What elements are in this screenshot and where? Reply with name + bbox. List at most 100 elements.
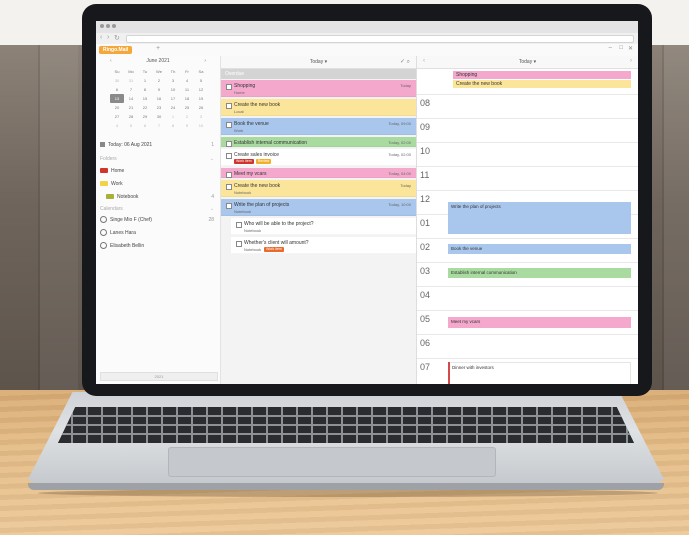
calendar-event[interactable]: Dinner with investors <box>448 362 631 384</box>
new-tab-icon[interactable]: + <box>156 45 160 52</box>
calendar-day[interactable]: 19 <box>194 94 208 103</box>
maximize-window-icon[interactable]: □ <box>619 45 623 51</box>
sidebar-calendar-1[interactable]: Singe Mio F (Chef) 28 <box>100 215 216 225</box>
tab-ringo-mail[interactable]: Ringo.Mail <box>99 46 133 54</box>
next-day-icon[interactable]: › <box>630 58 632 64</box>
sidebar-calendar-3[interactable]: Elisabeth Bellin <box>100 241 216 251</box>
calendar-day[interactable]: 6 <box>110 85 124 94</box>
allday-event[interactable]: Create the new book <box>453 80 631 88</box>
task-checkbox[interactable] <box>226 172 232 178</box>
calendar-day[interactable]: 3 <box>194 112 208 121</box>
calendar-day[interactable]: 12 <box>194 85 208 94</box>
calendar-day[interactable]: 24 <box>166 103 180 112</box>
calendar-day[interactable]: 15 <box>138 94 152 103</box>
calendar-day[interactable]: 18 <box>180 94 194 103</box>
task-checkbox[interactable] <box>226 103 232 109</box>
task-checkbox[interactable] <box>226 184 232 190</box>
calendar-day[interactable]: 27 <box>110 112 124 121</box>
back-arrow-icon[interactable]: ‹ <box>100 34 102 41</box>
calendar-day[interactable]: 22 <box>138 103 152 112</box>
sidebar-today[interactable]: Today: 06 Aug 2021 1 <box>100 140 216 150</box>
sidebar-footer[interactable]: 2021 <box>100 372 218 381</box>
sidebar-item-notebook[interactable]: Notebook 4 <box>100 192 216 202</box>
task-item[interactable]: Establish internal communication Today, 0… <box>221 137 416 147</box>
forward-arrow-icon[interactable]: › <box>107 34 109 41</box>
task-checkbox[interactable] <box>236 222 242 228</box>
collapse-chevron-icon[interactable]: ⌄ <box>210 156 214 162</box>
task-item[interactable]: Create the new book Local <box>221 99 416 116</box>
folders-heading[interactable]: Folders ⌄ <box>100 156 216 162</box>
task-item[interactable]: Whether's client will amount? Notebook Wor… <box>231 237 416 254</box>
minimize-dot-icon[interactable] <box>106 24 110 28</box>
task-tag[interactable]: Work item <box>264 247 284 253</box>
calendar-day[interactable]: 14 <box>124 94 138 103</box>
calendar-day[interactable]: 26 <box>194 103 208 112</box>
calendar-event[interactable]: Establish internal communication <box>448 268 631 278</box>
calendar-day[interactable]: 11 <box>180 85 194 94</box>
task-item[interactable]: Create the new book Notebook Today <box>221 180 416 197</box>
calendar-day[interactable]: 20 <box>110 103 124 112</box>
task-checkbox[interactable] <box>226 122 232 128</box>
calendar-day[interactable]: 31 <box>124 76 138 85</box>
collapse-chevron-icon[interactable]: ⌄ <box>210 206 214 212</box>
close-window-icon[interactable]: ✕ <box>628 45 633 52</box>
calendar-day[interactable]: 9 <box>180 121 194 130</box>
task-checkbox[interactable] <box>226 203 232 209</box>
calendar-day[interactable]: 30 <box>110 76 124 85</box>
calendar-day[interactable]: 23 <box>152 103 166 112</box>
calendar-day[interactable]: 9 <box>152 85 166 94</box>
calendar-day[interactable]: 28 <box>124 112 138 121</box>
zoom-dot-icon[interactable] <box>112 24 116 28</box>
calendar-day[interactable]: 2 <box>180 112 194 121</box>
calendar-event[interactable]: Meet my vcars <box>448 317 631 328</box>
task-checkbox[interactable] <box>226 141 232 147</box>
calendar-day[interactable]: 4 <box>110 121 124 130</box>
calendar-day[interactable]: 3 <box>166 76 180 85</box>
close-dot-icon[interactable] <box>100 24 104 28</box>
calendar-day[interactable]: 5 <box>194 76 208 85</box>
check-search-icons[interactable]: ✓ ⌕ <box>400 58 410 66</box>
task-item[interactable]: Who will be able to the project? Notebook <box>231 218 416 235</box>
calendar-day[interactable]: 2 <box>152 76 166 85</box>
task-item[interactable]: Create sales invoice Work item Review Today… <box>221 149 416 166</box>
task-checkbox[interactable] <box>226 84 232 90</box>
task-checkbox[interactable] <box>236 241 242 247</box>
day-view-title[interactable]: Today ▾ <box>417 59 638 65</box>
calendar-day[interactable]: 29 <box>138 112 152 121</box>
calendar-day[interactable]: 7 <box>124 85 138 94</box>
calendar-day[interactable]: 1 <box>138 76 152 85</box>
calendar-day[interactable]: 4 <box>180 76 194 85</box>
minimize-window-icon[interactable]: – <box>609 45 612 51</box>
calendar-day[interactable]: 13 <box>110 94 124 103</box>
allday-event[interactable]: Shopping <box>453 71 631 79</box>
calendar-day[interactable]: 10 <box>166 85 180 94</box>
sidebar-item-home[interactable]: Home <box>100 166 216 176</box>
calendar-day[interactable]: 5 <box>124 121 138 130</box>
task-item[interactable]: Book the venue Work Today, 09:00 <box>221 118 416 135</box>
calendar-day[interactable]: 10 <box>194 121 208 130</box>
task-tag[interactable]: Review <box>255 159 272 165</box>
task-checkbox[interactable] <box>226 153 232 159</box>
calendar-day[interactable]: 7 <box>152 121 166 130</box>
calendar-day[interactable]: 8 <box>166 121 180 130</box>
task-tag[interactable]: Work item <box>234 159 254 165</box>
calendar-event[interactable]: Book the venue <box>448 244 631 254</box>
calendar-day[interactable]: 1 <box>166 112 180 121</box>
task-item[interactable]: Meet my vcars Today, 04:00 <box>221 168 416 178</box>
task-list-title[interactable]: Today ▾ <box>221 59 416 65</box>
next-month-icon[interactable]: › <box>204 58 206 64</box>
url-field[interactable] <box>126 35 634 43</box>
calendar-event[interactable]: Write the plan of projects <box>448 202 631 234</box>
calendar-day[interactable]: 17 <box>166 94 180 103</box>
sidebar-calendar-2[interactable]: Lanes Hara <box>100 228 216 238</box>
reload-icon[interactable]: ↻ <box>114 34 120 42</box>
calendars-heading[interactable]: Calendars ⌄ <box>100 206 216 212</box>
calendar-day[interactable]: 30 <box>152 112 166 121</box>
calendar-day[interactable]: 25 <box>180 103 194 112</box>
calendar-day[interactable]: 16 <box>152 94 166 103</box>
sidebar-item-work[interactable]: Work <box>100 179 216 189</box>
task-item[interactable]: Shopping Home Today <box>221 80 416 97</box>
calendar-day[interactable]: 21 <box>124 103 138 112</box>
task-item[interactable]: Write the plan of projects Notebook Today,… <box>221 199 416 216</box>
calendar-day[interactable]: 8 <box>138 85 152 94</box>
